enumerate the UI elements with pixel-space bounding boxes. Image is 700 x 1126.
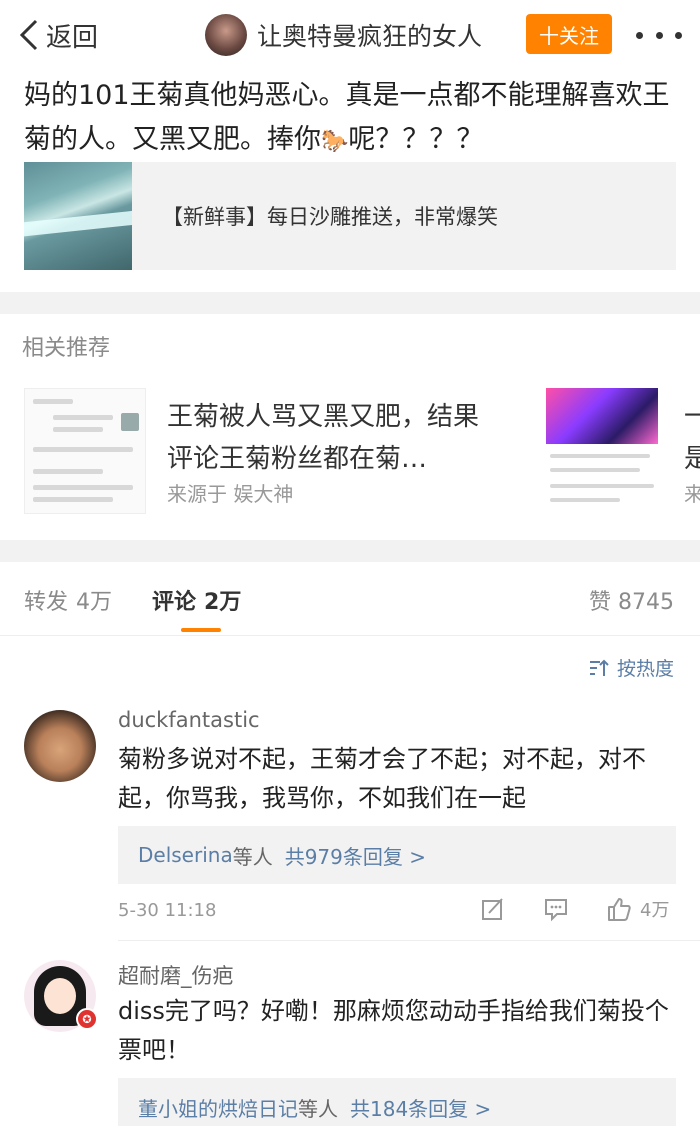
author-avatar[interactable]	[205, 14, 247, 56]
comment-icon	[545, 899, 567, 922]
tab-repost-label: 转发	[24, 590, 69, 615]
tab-comments[interactable]: 评论 2万	[152, 584, 241, 616]
comment-text: 菊粉多说对不起，王菊才会了不起；对不起，对不起，你骂我，我骂你，不如我们在一起	[118, 745, 646, 812]
author-header[interactable]: 让奥特曼疯狂的女人	[205, 13, 482, 57]
related-item-thumbnail[interactable]	[24, 388, 146, 514]
reply-connector: 等人	[298, 1096, 338, 1121]
repost-comment-button[interactable]	[480, 896, 506, 922]
reply-comment-button[interactable]	[543, 896, 569, 922]
sort-icon	[589, 659, 609, 676]
post-body: 妈的101王菊真他妈恶心。真是一点都不能理解喜欢王菊的人。又黑又肥。捧你🐎呢？？…	[24, 74, 684, 164]
section-divider	[0, 292, 700, 314]
active-tab-indicator	[181, 628, 221, 632]
post-text-part2: 呢？？？？	[348, 124, 484, 155]
back-label: 返回	[46, 22, 99, 53]
share-icon	[482, 898, 503, 920]
tab-likes[interactable]: 赞 8745	[589, 584, 674, 616]
comment-username[interactable]: 超耐磨_伤疤	[118, 960, 234, 990]
back-button[interactable]: 返回	[18, 16, 98, 54]
related-item-2-thumbnail[interactable]	[546, 388, 658, 514]
thumbs-up-icon	[608, 898, 631, 921]
related-item-2-title-cut[interactable]: 是	[684, 438, 700, 475]
comment-timestamp: 5-30 11:18	[118, 900, 217, 921]
related-item-source: 来源于 娱大神	[167, 482, 294, 506]
reply-participant: 董小姐的烘焙日记	[138, 1096, 298, 1121]
related-item-2-source-cut: 来	[684, 482, 700, 506]
tab-likes-count: 8745	[618, 590, 674, 615]
tab-repost[interactable]: 转发 4万	[24, 584, 112, 616]
interaction-tabs: 转发 4万 评论 2万 赞 8745	[0, 562, 700, 636]
commenter-avatar[interactable]	[24, 710, 96, 782]
page-title: 让奥特曼疯狂的女人	[257, 22, 483, 51]
horse-emoji-icon: 🐎	[321, 129, 349, 154]
reply-connector: 等人	[232, 844, 273, 869]
like-comment-button[interactable]: 4万	[606, 896, 669, 922]
comment-like-count: 4万	[640, 900, 670, 921]
tab-repost-count: 4万	[76, 590, 113, 615]
sort-by-hot-button[interactable]: 按热度	[589, 654, 674, 681]
related-heading: 相关推荐	[22, 336, 111, 361]
more-options-icon[interactable]	[636, 20, 682, 50]
related-item-title[interactable]: 王菊被人骂又黑又肥，结果评论王菊粉丝都在菊…	[167, 396, 497, 480]
reply-count: 共184条回复 >	[350, 1096, 492, 1121]
reply-participant: Delserina	[138, 843, 233, 867]
sort-label: 按热度	[616, 658, 674, 680]
reply-count: 共979条回复 >	[284, 844, 426, 869]
verified-badge-icon: ✪	[76, 1008, 98, 1030]
tab-likes-label: 赞	[588, 590, 611, 615]
related-item-2-title-cut[interactable]: 一	[684, 396, 700, 433]
link-card-title: 【新鲜事】每日沙雕推送，非常爆笑	[162, 205, 498, 229]
tab-comments-label: 评论	[152, 590, 197, 615]
comment-divider	[118, 940, 700, 941]
comment-text: diss完了吗？好嘞！那麻烦您动动手指给我们菊投个票吧！	[118, 997, 669, 1064]
comment-replies-link[interactable]: Delserina 等人 共979条回复 >	[118, 826, 676, 884]
follow-button[interactable]: 十关注	[526, 14, 612, 54]
top-navigation-bar: 返回 让奥特曼疯狂的女人 十关注	[0, 0, 700, 70]
link-card-thumbnail	[24, 162, 132, 270]
chevron-left-icon	[19, 19, 38, 51]
comment-replies-link[interactable]: 董小姐的烘焙日记 等人 共184条回复 >	[118, 1078, 676, 1126]
section-divider	[0, 540, 700, 562]
comment-username[interactable]: duckfantastic	[118, 708, 260, 732]
link-card[interactable]: 【新鲜事】每日沙雕推送，非常爆笑	[24, 162, 676, 270]
tab-comments-count: 2万	[204, 590, 242, 615]
